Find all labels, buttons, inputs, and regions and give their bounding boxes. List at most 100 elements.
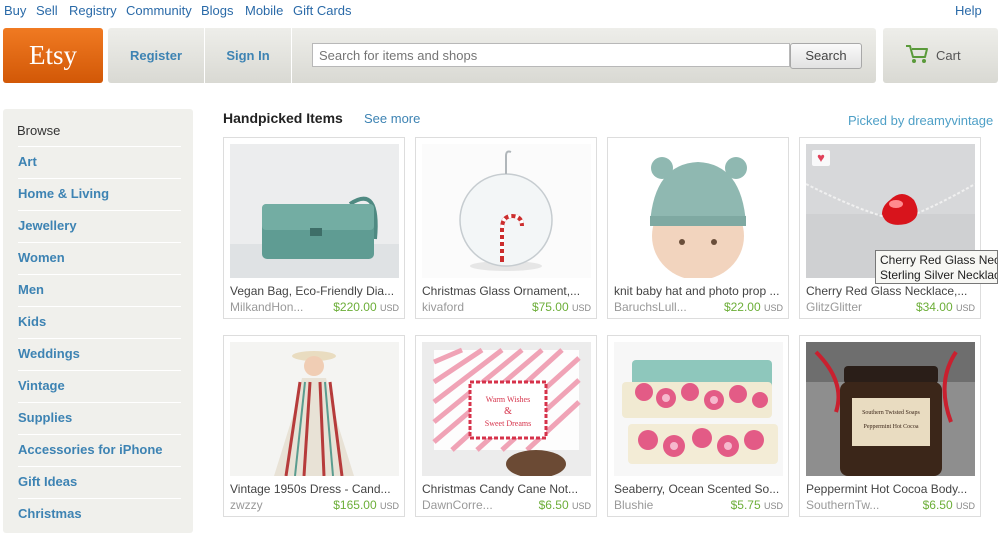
product-card[interactable]: knit baby hat and photo prop ... Baruchs… xyxy=(607,137,789,319)
price-amount: $75.00 xyxy=(531,300,569,314)
sidebar-item-gift-ideas[interactable]: Gift Ideas xyxy=(18,466,181,498)
product-price: $75.00 USD xyxy=(532,300,591,314)
nav-blogs[interactable]: Blogs xyxy=(201,3,234,18)
sign-in-link[interactable]: Sign In xyxy=(205,28,291,83)
search-input[interactable] xyxy=(312,43,790,67)
item-tooltip: Cherry Red Glass Neck Sterling Silver Ne… xyxy=(875,250,998,284)
price-amount: $34.00 xyxy=(915,300,953,314)
price-amount: $6.50 xyxy=(922,498,953,512)
section-heading: Handpicked Items xyxy=(223,110,343,126)
nav-help[interactable]: Help xyxy=(955,3,982,18)
browse-sidebar: Browse Art Home & Living Jewellery Women… xyxy=(3,109,193,533)
product-title[interactable]: Christmas Glass Ornament,... xyxy=(422,284,592,298)
sidebar-item-supplies[interactable]: Supplies xyxy=(18,402,181,434)
shop-name[interactable]: GlitzGlitter xyxy=(806,300,906,314)
sidebar-item-women[interactable]: Women xyxy=(18,242,181,274)
register-link[interactable]: Register xyxy=(108,28,204,83)
shopping-cart-icon xyxy=(906,45,928,63)
product-title[interactable]: Seaberry, Ocean Scented So... xyxy=(614,482,784,496)
product-photo-bag xyxy=(230,144,399,278)
product-title[interactable]: Peppermint Hot Cocoa Body... xyxy=(806,482,976,496)
heart-icon[interactable]: ♥ xyxy=(812,150,830,166)
search-button[interactable]: Search xyxy=(790,43,862,69)
divider xyxy=(291,28,292,83)
nav-buy[interactable]: Buy xyxy=(4,3,26,18)
nav-sell[interactable]: Sell xyxy=(36,3,58,18)
product-title[interactable]: Christmas Candy Cane Not... xyxy=(422,482,592,496)
nav-mobile[interactable]: Mobile xyxy=(245,3,283,18)
card-text: & xyxy=(504,406,512,417)
product-card[interactable]: Southern Twisted Soaps Peppermint Hot Co… xyxy=(799,335,981,517)
sidebar-item-kids[interactable]: Kids xyxy=(18,306,181,338)
shop-name[interactable]: Blushie xyxy=(614,498,714,512)
jar-label: Southern Twisted Soaps xyxy=(862,410,920,416)
nav-community[interactable]: Community xyxy=(126,3,192,18)
tooltip-line: Cherry Red Glass Neck xyxy=(880,253,998,267)
product-price: $6.50 USD xyxy=(539,498,591,512)
product-price: $165.00 USD xyxy=(333,498,399,512)
shop-name[interactable]: kivaford xyxy=(422,300,522,314)
cart-label: Cart xyxy=(936,48,961,63)
etsy-logo[interactable]: Etsy xyxy=(3,28,103,83)
shop-name[interactable]: BaruchsLull... xyxy=(614,300,714,314)
product-card[interactable]: Seaberry, Ocean Scented So... Blushie $5… xyxy=(607,335,789,517)
product-photo-ornament xyxy=(422,144,591,278)
sidebar-item-men[interactable]: Men xyxy=(18,274,181,306)
product-photo-soap xyxy=(614,342,783,476)
product-card[interactable]: Christmas Glass Ornament,... kivaford $7… xyxy=(415,137,597,319)
tooltip-line: Sterling Silver Necklace xyxy=(880,268,998,282)
product-price: $22.00 USD xyxy=(724,300,783,314)
shop-name[interactable]: DawnCorre... xyxy=(422,498,522,512)
header-bar: Register Sign In Search xyxy=(108,28,876,83)
price-currency: USD xyxy=(763,303,783,313)
product-price: $5.75 USD xyxy=(731,498,783,512)
price-currency: USD xyxy=(379,501,399,511)
shop-name[interactable]: zwzzy xyxy=(230,498,330,512)
price-currency: USD xyxy=(955,501,975,511)
price-amount: $220.00 xyxy=(333,300,377,314)
price-currency: USD xyxy=(379,303,399,313)
picked-by-link[interactable]: Picked by dreamyvintage xyxy=(848,113,993,128)
price-amount: $5.75 xyxy=(730,498,761,512)
product-title[interactable]: Vintage 1950s Dress - Cand... xyxy=(230,482,400,496)
sidebar-item-weddings[interactable]: Weddings xyxy=(18,338,181,370)
sidebar-item-home-living[interactable]: Home & Living xyxy=(18,178,181,210)
card-text: Sweet Dreams xyxy=(485,419,531,428)
shop-name[interactable]: SouthernTw... xyxy=(806,498,906,512)
sidebar-item-accessories-iphone[interactable]: Accessories for iPhone xyxy=(18,434,181,466)
price-amount: $22.00 xyxy=(723,300,761,314)
card-text: Warm Wishes xyxy=(486,395,530,404)
nav-gift-cards[interactable]: Gift Cards xyxy=(293,3,352,18)
cart-button[interactable]: Cart xyxy=(883,28,998,83)
jar-label: Peppermint Hot Cocoa xyxy=(864,424,919,430)
product-title[interactable]: Cherry Red Glass Necklace,... xyxy=(806,284,976,298)
top-navigation: Buy Sell Registry Community Blogs Mobile… xyxy=(0,0,998,20)
product-photo-card: Warm Wishes & Sweet Dreams xyxy=(422,342,591,476)
sidebar-item-jewellery[interactable]: Jewellery xyxy=(18,210,181,242)
sidebar-item-christmas[interactable]: Christmas xyxy=(18,498,181,530)
sidebar-title: Browse xyxy=(17,123,61,138)
nav-registry[interactable]: Registry xyxy=(69,3,117,18)
sidebar-item-vintage[interactable]: Vintage xyxy=(18,370,181,402)
product-title[interactable]: Vegan Bag, Eco-Friendly Dia... xyxy=(230,284,400,298)
product-card[interactable]: Vintage 1950s Dress - Cand... zwzzy $165… xyxy=(223,335,405,517)
price-amount: $165.00 xyxy=(333,498,377,512)
product-photo-cocoa-jar: Southern Twisted Soaps Peppermint Hot Co… xyxy=(806,342,975,476)
sidebar-item-art[interactable]: Art xyxy=(18,146,181,178)
product-photo-baby-hat xyxy=(614,144,783,278)
product-price: $6.50 USD xyxy=(923,498,975,512)
product-price: $220.00 USD xyxy=(333,300,399,314)
shop-name[interactable]: MilkandHon... xyxy=(230,300,330,314)
product-price: $34.00 USD xyxy=(916,300,975,314)
price-currency: USD xyxy=(571,501,591,511)
product-photo-dress xyxy=(230,342,399,476)
product-card[interactable]: ♥ Cherry Red Glass Necklace,... GlitzGli… xyxy=(799,137,981,319)
price-amount: $6.50 xyxy=(538,498,569,512)
price-currency: USD xyxy=(763,501,783,511)
product-card[interactable]: Vegan Bag, Eco-Friendly Dia... MilkandHo… xyxy=(223,137,405,319)
product-card[interactable]: Warm Wishes & Sweet Dreams Christmas Can… xyxy=(415,335,597,517)
site-header: Etsy Register Sign In Search Cart xyxy=(0,27,998,85)
see-more-link[interactable]: See more xyxy=(364,111,420,126)
product-title[interactable]: knit baby hat and photo prop ... xyxy=(614,284,784,298)
price-currency: USD xyxy=(955,303,975,313)
